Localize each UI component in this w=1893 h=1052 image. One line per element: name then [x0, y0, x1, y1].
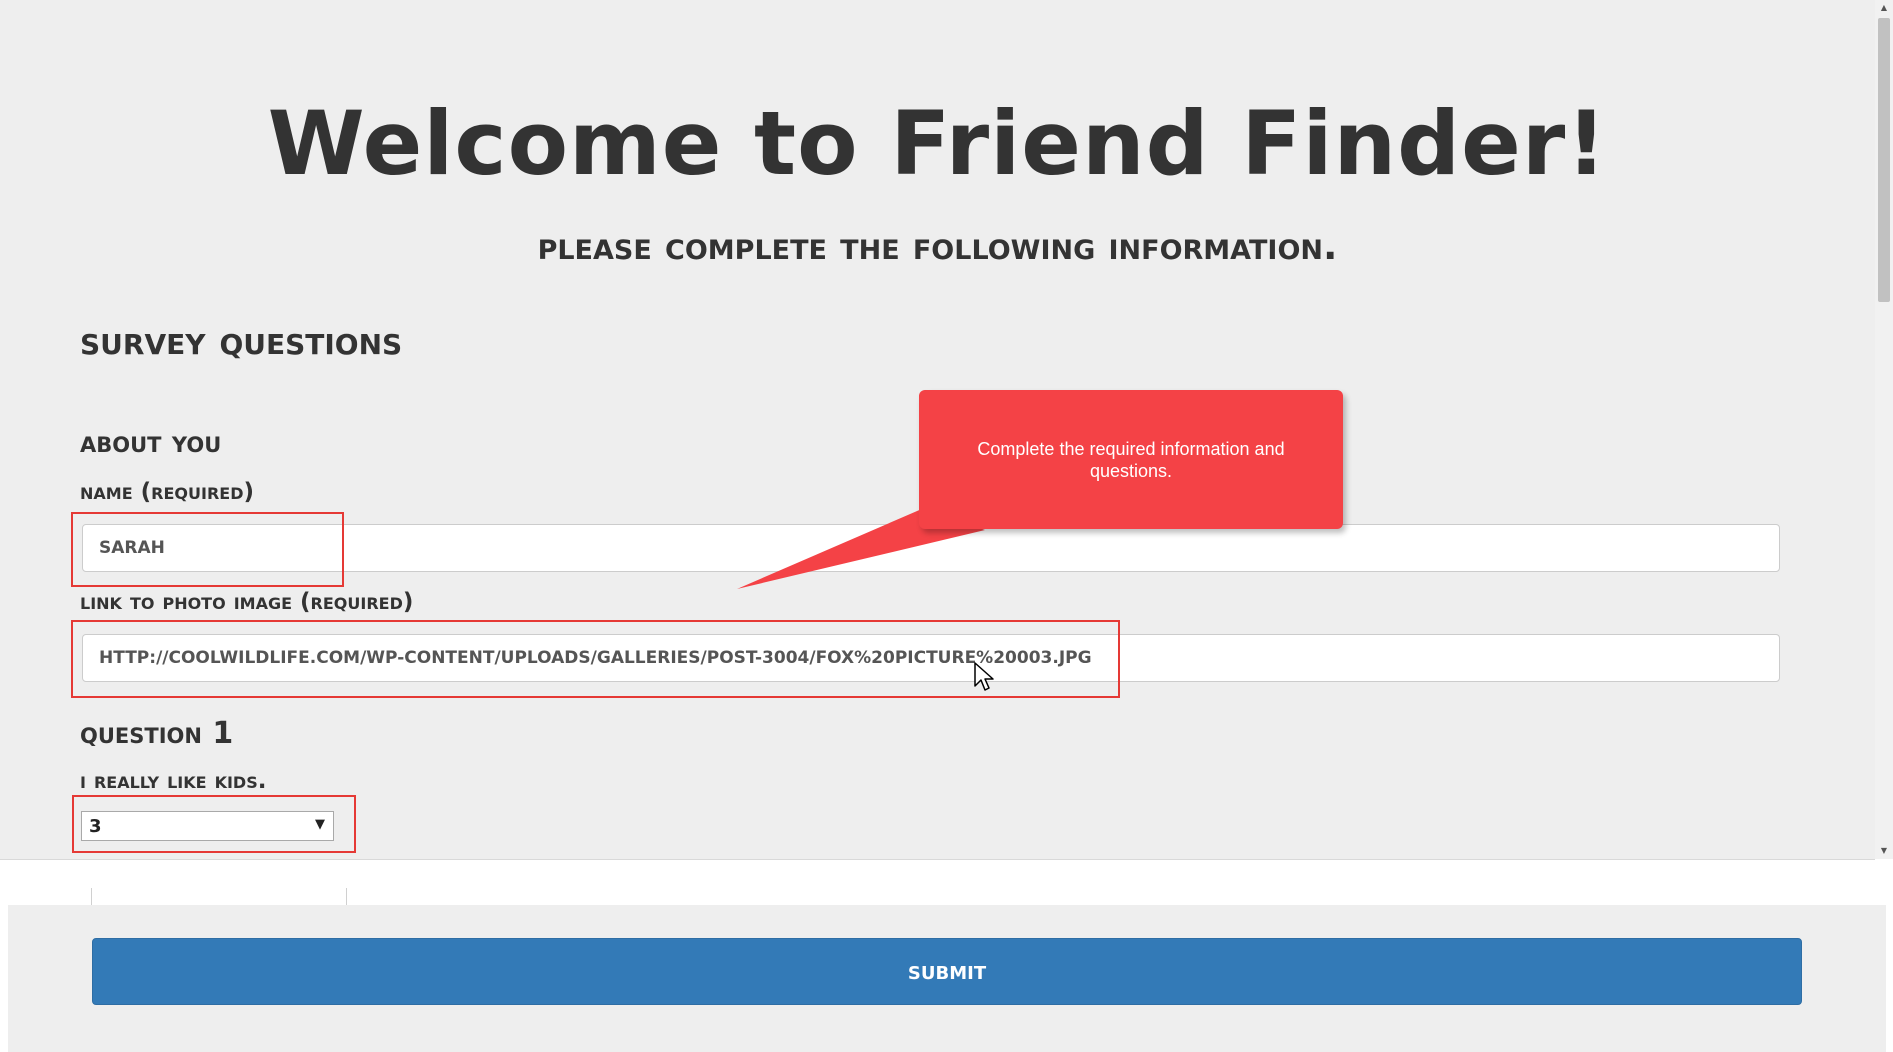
instruction-callout: Complete the required information and qu… [919, 390, 1343, 529]
screen: Welcome to Friend Finder! Please complet… [0, 0, 1893, 1052]
scroll-down-icon[interactable]: ▼ [1875, 843, 1893, 859]
callout-text: Complete the required information and qu… [977, 439, 1285, 481]
scrollbar-thumb[interactable] [1878, 18, 1890, 302]
scroll-up-icon[interactable]: ▲ [1875, 0, 1893, 16]
vertical-scrollbar[interactable]: ▲ ▼ [1875, 0, 1893, 859]
mouse-pointer-icon [974, 662, 994, 691]
submit-button[interactable]: Submit [92, 938, 1802, 1005]
page-viewport: Welcome to Friend Finder! Please complet… [0, 0, 1875, 860]
